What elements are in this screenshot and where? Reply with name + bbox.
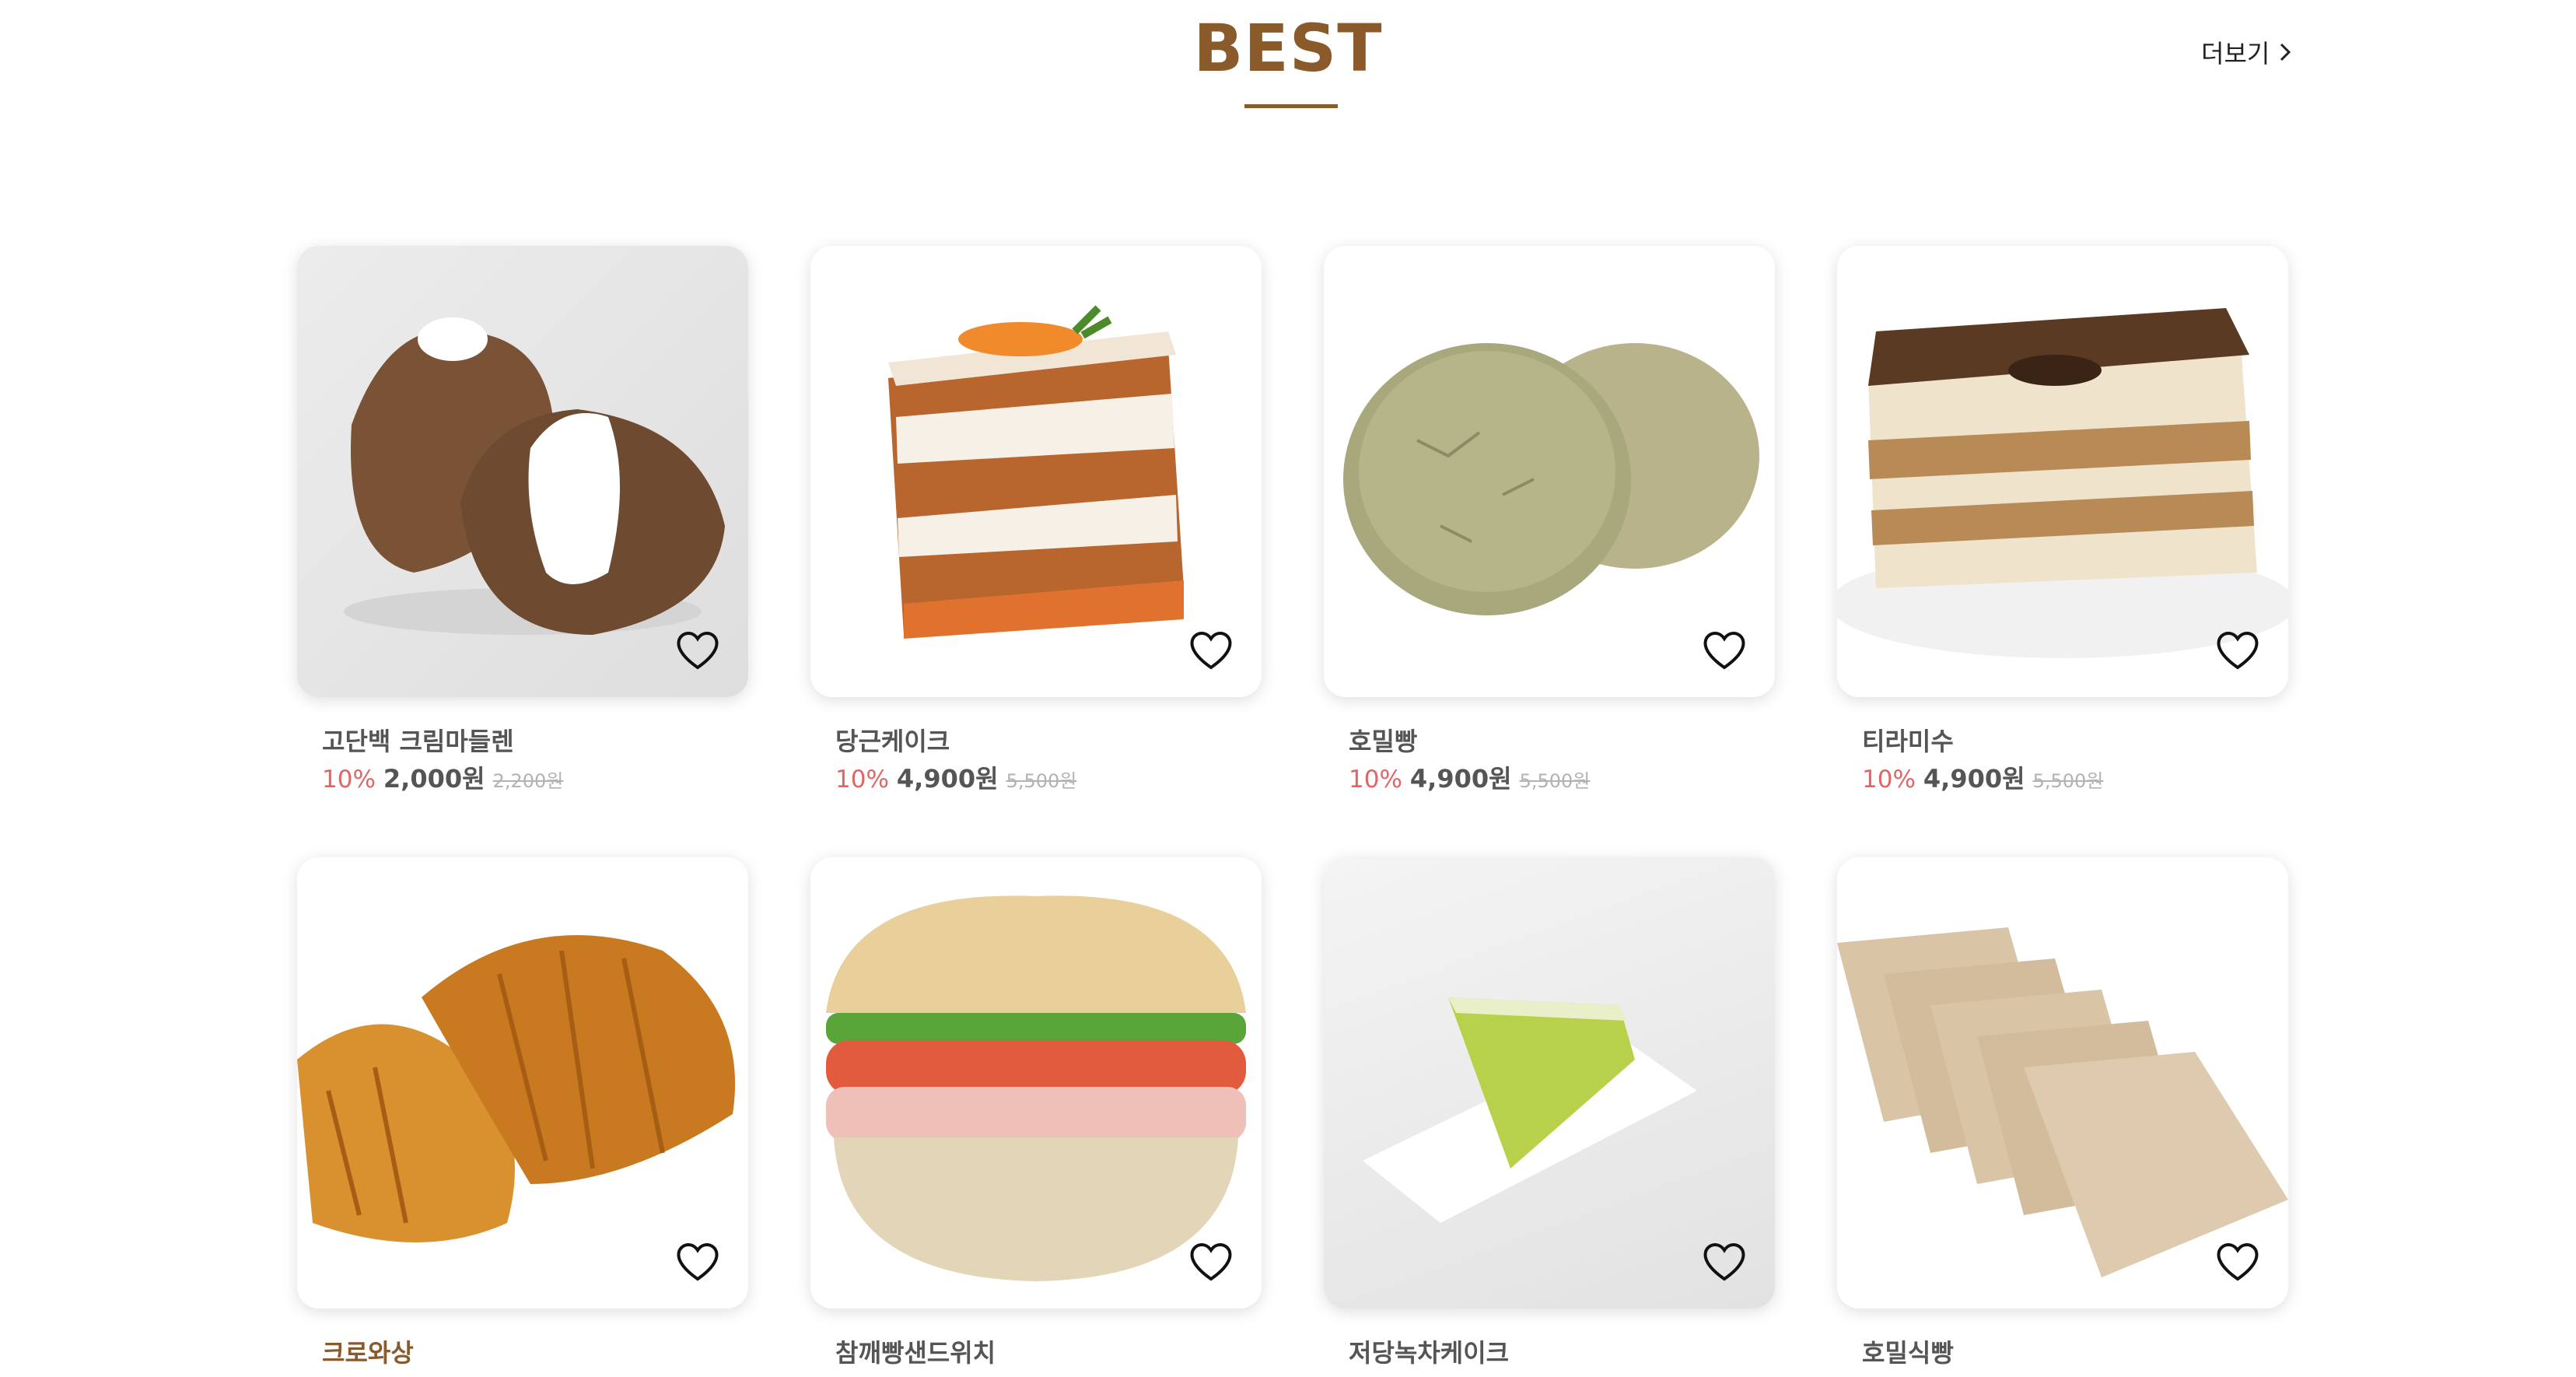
discount-rate: 10% — [835, 766, 889, 794]
product-name[interactable]: 호밀식빵 — [1862, 1333, 1954, 1369]
product-image[interactable] — [297, 246, 748, 697]
product-image[interactable] — [297, 857, 748, 1309]
heart-icon[interactable] — [2215, 629, 2260, 671]
product-name[interactable]: 당근케이크 — [835, 722, 950, 758]
product-image[interactable] — [1837, 246, 2288, 697]
original-price: 2,200원 — [492, 770, 564, 792]
original-price: 5,500원 — [2032, 770, 2104, 792]
product-name[interactable]: 티라미수 — [1862, 722, 1954, 758]
product-name[interactable]: 크로와상 — [322, 1333, 414, 1369]
product-name[interactable]: 저당녹차케이크 — [1349, 1333, 1509, 1369]
discount-rate: 10% — [322, 766, 376, 794]
product-name[interactable]: 참깨빵샌드위치 — [835, 1333, 996, 1369]
sale-price: 4,900원 — [896, 764, 999, 794]
product-grid: 고단백 크림마들렌 10% 2,000원 2,200원 당근케이크 10% 4,… — [0, 0, 2576, 1377]
product-name[interactable]: 고단백 크림마들렌 — [322, 722, 514, 758]
sale-price: 2,000원 — [383, 764, 485, 794]
heart-icon[interactable] — [1702, 1240, 1747, 1282]
original-price: 5,500원 — [1519, 770, 1591, 792]
heart-icon[interactable] — [1702, 629, 1747, 671]
product-image[interactable] — [810, 246, 1262, 697]
product-image[interactable] — [1324, 857, 1775, 1309]
product-image[interactable] — [1324, 246, 1775, 697]
heart-icon[interactable] — [1188, 629, 1234, 671]
heart-icon[interactable] — [675, 629, 720, 671]
price-row: 10% 4,900원 5,500원 — [1349, 759, 1590, 795]
product-name[interactable]: 호밀빵 — [1349, 722, 1417, 758]
discount-rate: 10% — [1862, 766, 1916, 794]
original-price: 5,500원 — [1006, 770, 1077, 792]
sale-price: 4,900원 — [1923, 764, 2025, 794]
sale-price: 4,900원 — [1409, 764, 1512, 794]
heart-icon[interactable] — [1188, 1240, 1234, 1282]
price-row: 10% 4,900원 5,500원 — [1862, 759, 2103, 795]
heart-icon[interactable] — [675, 1240, 720, 1282]
price-row: 10% 2,000원 2,200원 — [322, 759, 563, 795]
price-row: 10% 4,900원 5,500원 — [835, 759, 1076, 795]
discount-rate: 10% — [1349, 766, 1402, 794]
product-image[interactable] — [1837, 857, 2288, 1309]
product-image[interactable] — [810, 857, 1262, 1309]
heart-icon[interactable] — [2215, 1240, 2260, 1282]
